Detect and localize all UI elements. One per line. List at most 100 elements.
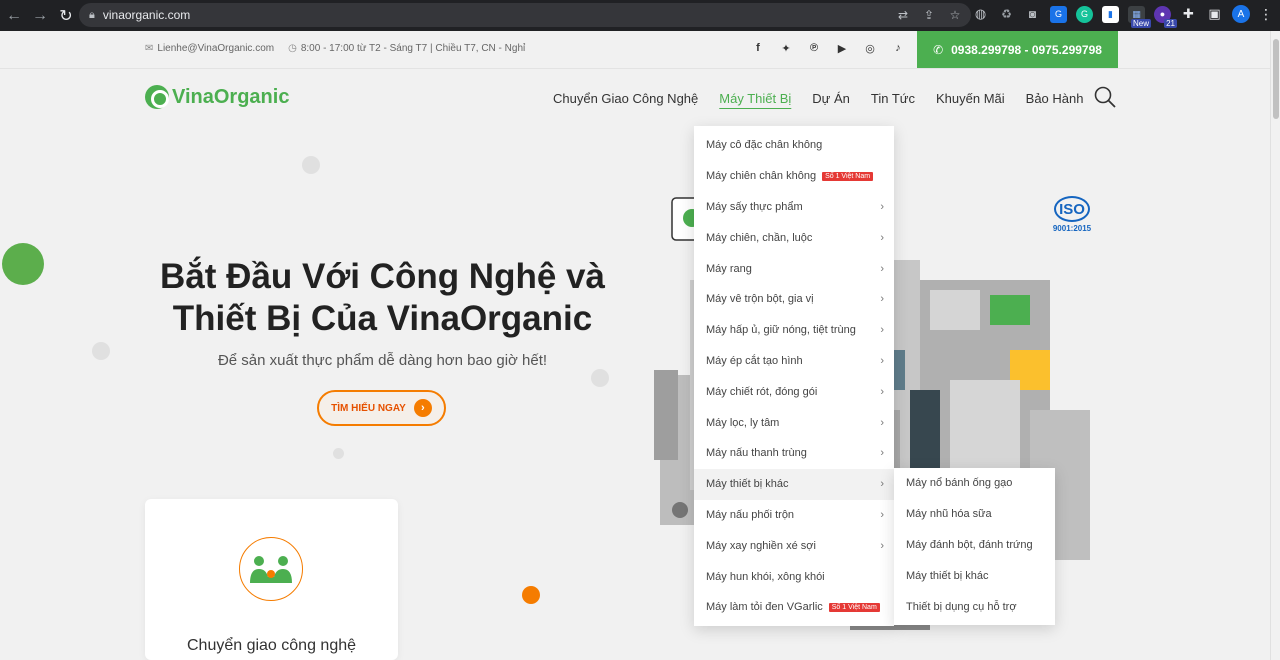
recycle-extension-icon[interactable]: ♻	[998, 6, 1015, 23]
iso-badge: ISO 9001:2015	[1052, 196, 1092, 233]
submenu-item[interactable]: Máy nổ bánh ống gạo	[894, 468, 1055, 499]
opening-hours: 8:00 - 17:00 từ T2 - Sáng T7 | Chiều T7,…	[300, 43, 526, 54]
dropdown-item[interactable]: Máy lọc, ly tâm ›	[694, 407, 894, 438]
chevron-right-icon: ›	[880, 354, 884, 367]
docs-extension-icon[interactable]: ▮	[1102, 5, 1119, 23]
instagram-icon[interactable]: ◎	[864, 42, 876, 55]
feature-card[interactable]: Chuyển giao công nghệ	[145, 499, 398, 660]
dropdown-item[interactable]: Máy ép cắt tạo hình ›	[694, 346, 894, 377]
forward-icon[interactable]: →	[28, 4, 52, 28]
scrollbar-thumb[interactable]	[1273, 39, 1279, 119]
profile-avatar[interactable]: A	[1232, 5, 1250, 23]
reload-icon[interactable]: ↻	[54, 4, 78, 28]
menu-khuyen-mai[interactable]: Khuyến Mãi	[936, 91, 1005, 106]
dropdown-item[interactable]: Máy xay nghiền xé sợi ›	[694, 530, 894, 561]
dropdown-item[interactable]: Máy cô đặc chân không	[694, 130, 894, 161]
facebook-icon[interactable]: f	[752, 42, 764, 55]
dropdown-item[interactable]: Máy nấu phối trộn ›	[694, 500, 894, 531]
clock-icon: ◷	[288, 43, 297, 54]
chevron-right-icon: ›	[880, 231, 884, 244]
lock-icon: 🔒︎	[89, 8, 95, 21]
top-info-bar: ✉ Lienhe@VinaOrganic.com ◷ 8:00 - 17:00 từ…	[0, 31, 1270, 69]
grammarly-extension-icon[interactable]: G	[1076, 5, 1093, 23]
dropdown-item[interactable]: Máy nấu thanh trùng ›	[694, 438, 894, 469]
dropdown-item-hovered[interactable]: Máy thiết bị khác ›	[694, 468, 894, 500]
top-vietnam-badge: Số 1 Việt Nam	[828, 602, 880, 612]
menu-bao-hanh[interactable]: Bảo Hành	[1026, 91, 1084, 106]
address-bar[interactable]: 🔒︎ vinaorganic.com ⇄ ⇪ ☆	[79, 3, 971, 27]
bookmark-star-icon[interactable]: ☆	[947, 7, 963, 23]
other-equipment-submenu: Máy nổ bánh ống gạo Máy nhũ hóa sữa Máy …	[894, 468, 1055, 625]
dropdown-item[interactable]: Máy chiên chân không Số 1 Việt Nam	[694, 161, 894, 192]
menu-du-an[interactable]: Dự Án	[812, 91, 850, 106]
search-icon[interactable]	[1094, 86, 1116, 108]
iso-text: ISO	[1054, 196, 1090, 222]
globe-extension-icon[interactable]: ◍	[972, 6, 989, 23]
people-icon	[239, 537, 303, 601]
equipment-dropdown: Máy cô đặc chân không Máy chiên chân khô…	[694, 126, 894, 626]
decor-circle	[591, 369, 609, 387]
menu-may-thiet-bi[interactable]: Máy Thiết Bị	[719, 91, 791, 106]
dropdown-item[interactable]: Máy làm tỏi đen VGarlic Số 1 Việt Nam	[694, 592, 894, 623]
dropdown-item[interactable]: Máy rang ›	[694, 253, 894, 284]
hotline-number: 0938.299798 - 0975.299798	[951, 42, 1102, 57]
chevron-right-icon: ›	[880, 200, 884, 213]
main-menu: Chuyển Giao Công Nghệ Máy Thiết Bị Dự Án…	[553, 91, 1104, 106]
arrow-right-icon: ›	[413, 399, 432, 417]
feature-card-title: Chuyển giao công nghệ	[186, 637, 357, 654]
kebab-menu-icon[interactable]: ⋮	[1259, 6, 1273, 23]
badge-extension-icon[interactable]: ● 21	[1154, 5, 1177, 28]
iso-standard: 9001:2015	[1052, 224, 1092, 233]
chevron-right-icon: ›	[880, 478, 884, 491]
twitter-icon[interactable]: ✦	[780, 42, 792, 55]
url-text: vinaorganic.com	[102, 8, 191, 22]
dropdown-item[interactable]: Máy sấy thực phẩm ›	[694, 192, 894, 223]
hotline-button[interactable]: ✆ 0938.299798 - 0975.299798	[917, 31, 1118, 68]
submenu-item[interactable]: Máy đánh bột, đánh trứng	[894, 530, 1055, 561]
puzzle-extensions-icon[interactable]: ✚	[1180, 6, 1197, 23]
logo-text: VinaOrganic	[172, 85, 290, 108]
social-links: f ✦ ℗ ▶ ◎ ♪	[752, 42, 904, 55]
menu-chuyen-giao-cong-nghe[interactable]: Chuyển Giao Công Nghệ	[553, 91, 698, 106]
sidepanel-icon[interactable]: ▣	[1206, 6, 1223, 23]
decor-circle	[302, 156, 320, 174]
chevron-right-icon: ›	[880, 416, 884, 429]
dropdown-item[interactable]: Máy chiết rót, đóng gói ›	[694, 376, 894, 407]
camera-extension-icon[interactable]: ◙	[1024, 6, 1041, 23]
chevron-right-icon: ›	[880, 539, 884, 552]
submenu-item[interactable]: Thiết bị dụng cụ hỗ trợ	[894, 591, 1055, 622]
youtube-icon[interactable]: ▶	[836, 42, 848, 55]
logo-mark-icon	[145, 85, 169, 109]
dropdown-item[interactable]: Máy hun khói, xông khói	[694, 561, 894, 592]
learn-more-label: TÌM HIỂU NGAY	[331, 402, 406, 414]
site-logo[interactable]: VinaOrganic	[145, 85, 289, 109]
page-scrollbar[interactable]	[1270, 31, 1280, 660]
pinterest-icon[interactable]: ℗	[808, 42, 820, 55]
chevron-right-icon: ›	[880, 262, 884, 275]
learn-more-button[interactable]: TÌM HIỂU NGAY ›	[317, 390, 446, 426]
phone-icon: ✆	[933, 42, 944, 57]
translate-icon[interactable]: ⇄	[895, 7, 911, 23]
dropdown-item[interactable]: Máy chiên, chần, luộc ›	[694, 222, 894, 253]
dropdown-item[interactable]: Máy hấp ủ, giữ nóng, tiệt trùng ›	[694, 315, 894, 346]
menu-tin-tuc[interactable]: Tin Tức	[871, 91, 915, 106]
decor-circle-green	[2, 243, 44, 285]
chevron-right-icon: ›	[880, 508, 884, 521]
news-extension-icon[interactable]: ▦ New	[1128, 5, 1151, 28]
translate-extension-icon[interactable]: G	[1050, 5, 1067, 23]
contact-email[interactable]: Lienhe@VinaOrganic.com	[157, 43, 274, 54]
chevron-right-icon: ›	[880, 447, 884, 460]
decor-circle-orange	[522, 586, 540, 604]
submenu-item[interactable]: Máy nhũ hóa sữa	[894, 499, 1055, 530]
decor-circle	[333, 448, 344, 459]
share-icon[interactable]: ⇪	[921, 7, 937, 23]
submenu-item[interactable]: Máy thiết bị khác	[894, 560, 1055, 591]
mail-icon: ✉	[145, 43, 154, 54]
dropdown-item[interactable]: Máy vê trộn bột, gia vị ›	[694, 284, 894, 315]
chevron-right-icon: ›	[880, 385, 884, 398]
browser-toolbar: ← → ↻ 🔒︎ vinaorganic.com ⇄ ⇪ ☆ ◍ ♻ ◙ G G…	[0, 0, 1280, 31]
back-icon[interactable]: ←	[2, 4, 26, 28]
tiktok-icon[interactable]: ♪	[892, 42, 904, 55]
top-vietnam-badge: Số 1 Việt Nam	[822, 171, 874, 181]
chevron-right-icon: ›	[880, 324, 884, 337]
